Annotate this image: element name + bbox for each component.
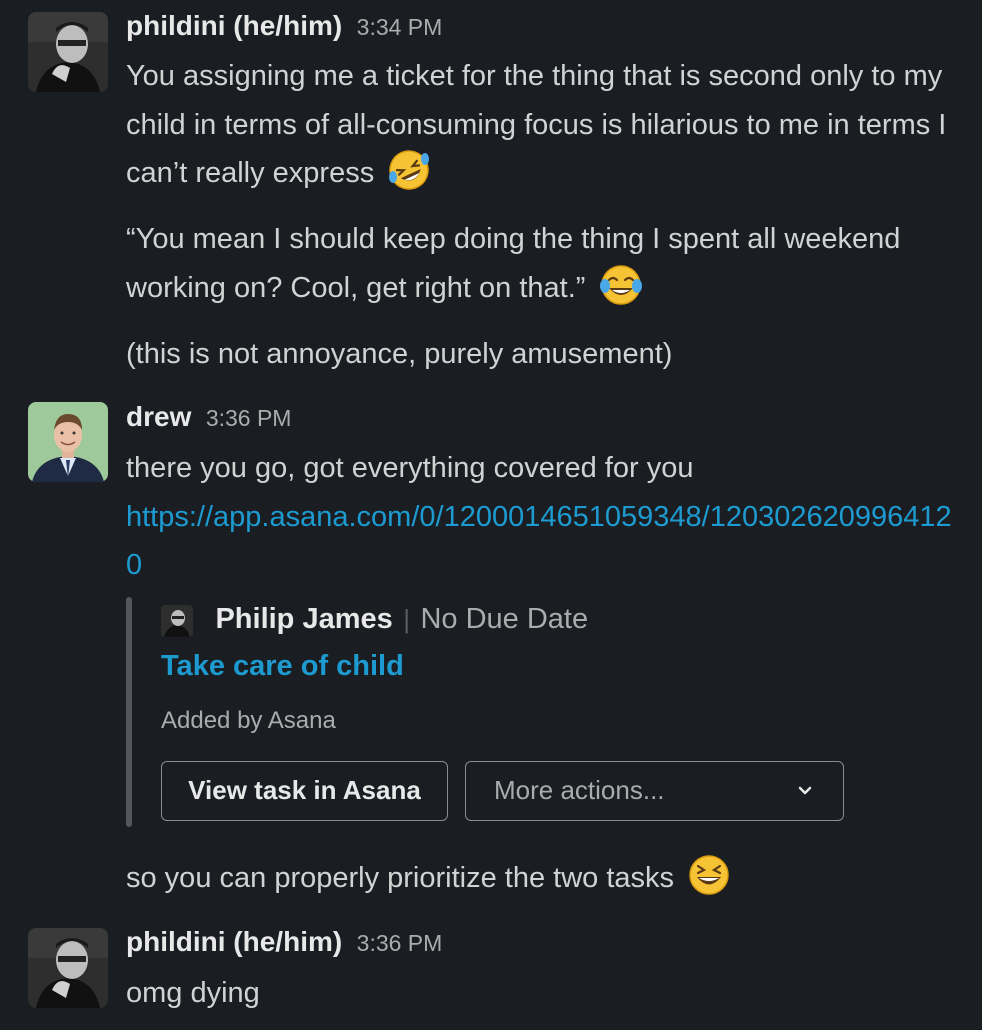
- message-text: You assigning me a ticket for the thing …: [126, 52, 966, 198]
- message-text: there you go, got everything covered for…: [126, 444, 966, 590]
- separator: |: [403, 604, 410, 634]
- message-line: so you can properly prioritize the two t…: [126, 862, 675, 894]
- task-title-link[interactable]: Take care of child: [161, 650, 404, 683]
- view-task-button[interactable]: View task in Asana: [161, 761, 448, 821]
- due-date: No Due Date: [420, 603, 589, 635]
- asana-link[interactable]: https://app.asana.com/0/1200014651059348…: [126, 493, 956, 590]
- timestamp[interactable]: 3:36 PM: [357, 930, 443, 956]
- message-line-3: (this is not annoyance, purely amusement…: [126, 338, 673, 370]
- timestamp[interactable]: 3:36 PM: [206, 405, 292, 431]
- message-line: omg dying: [126, 977, 260, 1009]
- assignee-name: Philip James: [215, 603, 393, 635]
- avatar-drew[interactable]: [28, 402, 108, 482]
- message-text-followup: so you can properly prioritize the two t…: [126, 854, 966, 903]
- message-line-1: You assigning me a ticket for the thing …: [126, 60, 947, 189]
- more-actions-label: More actions...: [494, 775, 665, 805]
- message-line: there you go, got everything covered for…: [126, 452, 694, 484]
- grinning-squinting-face-emoji-icon[interactable]: [686, 852, 732, 898]
- assignee-row: Philip James | No Due Date: [161, 603, 588, 640]
- face-with-tears-of-joy-emoji-icon[interactable]: [598, 262, 644, 308]
- attachment-bar: [126, 597, 132, 827]
- author-name[interactable]: phildini (he/him): [126, 926, 342, 957]
- timestamp[interactable]: 3:34 PM: [357, 14, 443, 40]
- message-text-2: “You mean I should keep doing the thing …: [126, 215, 966, 312]
- more-actions-dropdown[interactable]: More actions...: [465, 761, 844, 821]
- rolling-on-floor-laughing-emoji-icon[interactable]: [386, 147, 432, 193]
- added-by: Added by Asana: [161, 707, 336, 734]
- avatar-phildini[interactable]: [28, 928, 108, 1008]
- message-text-3: (this is not annoyance, purely amusement…: [126, 330, 966, 379]
- message-line-2: “You mean I should keep doing the thing …: [126, 223, 901, 304]
- author-name[interactable]: phildini (he/him): [126, 10, 342, 41]
- avatar-phildini[interactable]: [28, 12, 108, 92]
- view-task-label: View task in Asana: [188, 775, 421, 805]
- assignee-avatar: [161, 604, 193, 637]
- author-name[interactable]: drew: [126, 401, 191, 432]
- message-text: omg dying: [126, 969, 966, 1018]
- chevron-down-icon: [797, 762, 813, 839]
